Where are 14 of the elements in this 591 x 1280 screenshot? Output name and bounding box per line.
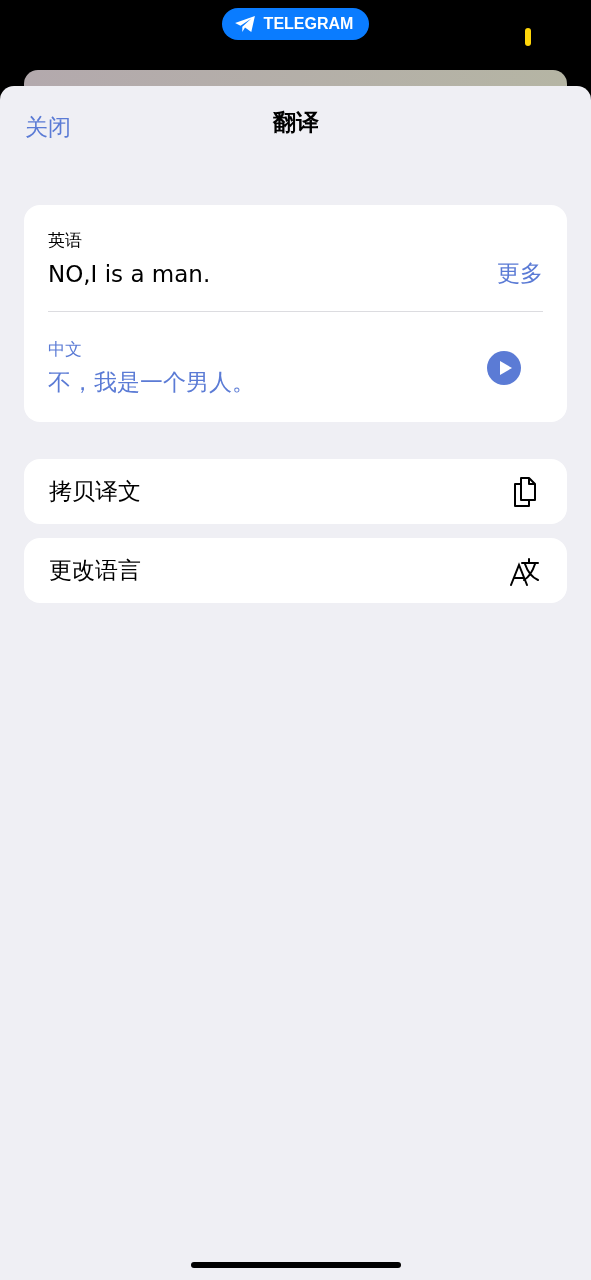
translate-icon [509,555,541,586]
more-button[interactable]: 更多 [497,258,543,289]
action-row[interactable]: 更改语言 [24,538,567,603]
play-icon[interactable] [487,351,521,385]
target-language: 中文 [48,338,83,361]
sheet-title: 翻译 [272,107,319,137]
app-pill[interactable]: TELEGRAM [221,8,370,40]
indicator-mark [525,28,531,46]
paper-plane-icon [233,15,256,33]
source-language: 英语 [48,229,83,252]
action-row[interactable]: 拷贝译文 [24,459,567,524]
close-button[interactable]: 关闭 [25,112,71,143]
source-text: NO,I is a man. [48,260,211,287]
translated-text: 不，我是一个男人。 [48,368,255,397]
